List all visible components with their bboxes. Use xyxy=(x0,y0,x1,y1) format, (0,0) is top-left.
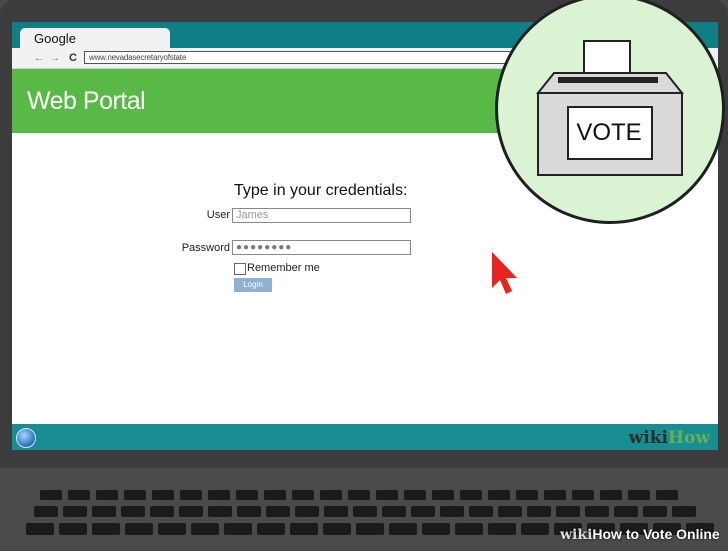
ballot-box-icon xyxy=(535,40,685,176)
form-heading: Type in your credentials: xyxy=(234,182,408,199)
remember-label: Remember me xyxy=(247,262,320,274)
password-label: Password xyxy=(181,242,230,254)
remember-checkbox[interactable] xyxy=(234,263,246,275)
forward-arrow-icon[interactable]: → xyxy=(48,51,62,65)
taskbar: wikiHow xyxy=(12,424,718,450)
wikihow-watermark: wikiHow xyxy=(628,428,710,448)
back-arrow-icon[interactable]: ← xyxy=(32,51,46,65)
mouse-cursor-icon xyxy=(492,252,517,294)
wikihow-footer-title: wikiHow to Vote Online xyxy=(560,526,720,543)
start-button-icon[interactable] xyxy=(16,428,36,448)
refresh-icon[interactable]: C xyxy=(66,51,80,65)
vote-label: VOTE xyxy=(576,119,642,146)
vote-callout: VOTE xyxy=(495,0,725,224)
password-input[interactable]: ●●●●●●●● xyxy=(232,240,411,255)
browser-tab[interactable]: Google xyxy=(20,28,170,48)
login-button[interactable]: Login xyxy=(234,278,272,292)
user-label: User xyxy=(206,209,230,221)
user-input[interactable]: James xyxy=(232,208,411,223)
page-title: Web Portal xyxy=(27,87,146,115)
